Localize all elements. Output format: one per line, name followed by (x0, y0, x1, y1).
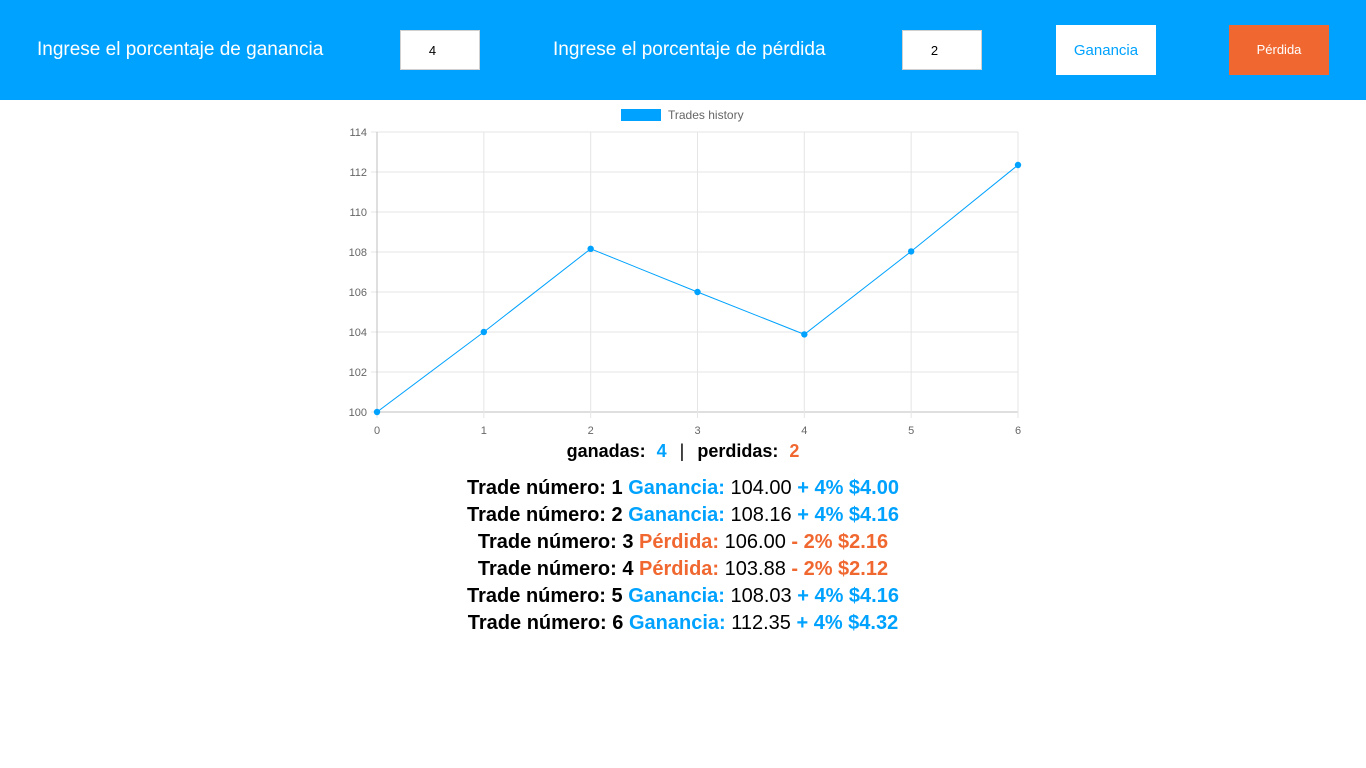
y-tick-label: 106 (349, 287, 367, 299)
data-point (587, 245, 594, 252)
trades-history-chart: 100 102 104 106 108 110 112 114 0 1 2 3 4 5 6 Trades hi… (349, 108, 1022, 437)
x-tick-label: 2 (588, 425, 594, 437)
x-tick-label: 6 (1015, 425, 1021, 437)
trade-number: Trade número: 3 (477, 531, 634, 553)
x-tick-label: 0 (374, 425, 380, 437)
trade-balance: 103.88 (724, 558, 786, 580)
legend-swatch (621, 109, 661, 121)
trade-balance: 108.16 (730, 504, 792, 526)
trade-change: - 2% $2.16 (791, 531, 889, 553)
trade-change: + 4% $4.00 (797, 477, 899, 499)
gain-button[interactable]: Ganancia (1056, 25, 1156, 75)
x-tick-label: 3 (694, 425, 700, 437)
data-point (1014, 161, 1022, 169)
gain-percentage-input[interactable] (400, 30, 480, 70)
loss-percentage-input[interactable] (902, 30, 982, 70)
trade-number: Trade número: 5 (467, 585, 623, 607)
trade-row: Trade número: 1 Ganancia: 104.00 + 4% $4… (0, 476, 1366, 503)
lost-label: perdidas: (697, 441, 779, 461)
trade-number: Trade número: 4 (477, 558, 634, 580)
trade-row: Trade número: 2 Ganancia: 108.16 + 4% $4… (0, 503, 1366, 530)
data-point (907, 248, 915, 255)
trade-list: Trade número: 1 Ganancia: 104.00 + 4% $4… (0, 476, 1366, 638)
x-tick-label: 5 (908, 425, 914, 437)
y-tick-label: 108 (349, 247, 367, 259)
trade-change: + 4% $4.16 (797, 585, 899, 607)
legend-label: Trades history (668, 108, 744, 122)
trade-type: Ganancia: (628, 612, 726, 634)
trade-number: Trade número: 2 (467, 504, 623, 526)
data-point (694, 288, 701, 296)
trade-balance: 106.00 (724, 531, 786, 553)
won-count: 4 (656, 441, 667, 461)
trade-row: Trade número: 5 Ganancia: 108.03 + 4% $4… (0, 584, 1366, 611)
y-tick-label: 114 (349, 127, 367, 139)
y-tick-label: 112 (349, 167, 367, 179)
x-tick-label: 4 (801, 425, 807, 437)
trade-type: Ganancia: (628, 477, 725, 499)
y-tick-label: 104 (349, 327, 367, 339)
trade-row: Trade número: 4 Pérdida: 103.88 - 2% $2.… (0, 557, 1366, 584)
trade-type: Ganancia: (628, 585, 725, 607)
trade-balance: 112.35 (731, 612, 791, 634)
data-point (373, 408, 381, 416)
trade-type: Pérdida: (639, 558, 720, 580)
trade-type: Pérdida: (639, 531, 720, 553)
loss-percentage-label: Ingrese el porcentaje de pérdida (553, 39, 826, 60)
y-tick-label: 102 (349, 367, 367, 379)
y-tick-label: 100 (349, 407, 367, 419)
x-tick-label: 1 (481, 425, 487, 437)
top-bar: Ingrese el porcentaje de ganancia Ingres… (0, 0, 1366, 100)
trade-row: Trade número: 6 Ganancia: 112.35 + 4% $4… (0, 611, 1366, 638)
summary-separator: | (679, 441, 685, 461)
trade-number: Trade número: 6 (467, 612, 624, 634)
trade-change: + 4% $4.16 (797, 504, 899, 526)
trade-change: + 4% $4.32 (796, 612, 899, 634)
lost-count: 2 (789, 441, 800, 461)
loss-button[interactable]: Pérdida (1229, 25, 1329, 75)
trade-balance: 108.03 (730, 585, 792, 607)
win-loss-summary: ganadas: 4 | perdidas: 2 (0, 441, 1366, 462)
gain-percentage-label: Ingrese el porcentaje de ganancia (37, 39, 324, 60)
data-point (480, 328, 488, 336)
y-tick-label: 110 (349, 207, 367, 219)
trade-balance: 104.00 (730, 477, 792, 499)
won-label: ganadas: (566, 441, 646, 461)
trade-row: Trade número: 3 Pérdida: 106.00 - 2% $2.… (0, 530, 1366, 557)
trade-type: Ganancia: (628, 504, 725, 526)
trade-number: Trade número: 1 (467, 477, 623, 499)
trade-change: - 2% $2.12 (791, 558, 889, 580)
data-point (801, 331, 808, 338)
